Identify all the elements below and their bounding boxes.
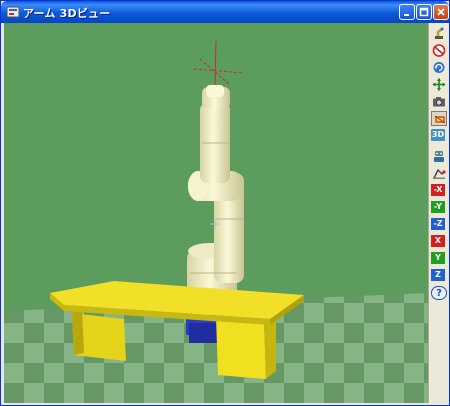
toolbar-button-teach[interactable] xyxy=(431,166,447,181)
close-button[interactable] xyxy=(433,4,449,20)
move-view-icon xyxy=(432,78,446,91)
toolbar-button-camera[interactable] xyxy=(431,94,447,109)
camera-icon xyxy=(433,97,445,107)
minimize-button[interactable] xyxy=(399,4,415,20)
toolbar-button-prohibit[interactable] xyxy=(431,43,447,58)
toolbar-button-3d[interactable]: 3D xyxy=(431,128,447,143)
arm-3d-view-window: アーム 3Dビュー 3D -X -Y -Z X Y Z ? xyxy=(0,0,450,406)
help-icon: ? xyxy=(431,286,447,300)
close-icon xyxy=(437,8,445,16)
axis-x-icon: -X xyxy=(431,184,445,196)
toolbar-button-minus-x[interactable]: -X xyxy=(431,183,447,198)
toolbar-button-robot[interactable] xyxy=(431,149,447,164)
axis-x-icon: X xyxy=(431,235,445,247)
robot-icon xyxy=(434,151,444,162)
window-title: アーム 3Dビュー xyxy=(23,7,111,20)
toolbar-button-move[interactable] xyxy=(431,77,447,92)
maximize-button[interactable] xyxy=(416,4,432,20)
tool-hand-icon xyxy=(434,115,446,124)
axis-y-icon: -Y xyxy=(431,201,445,213)
toolbar-button-rotate[interactable] xyxy=(431,60,447,75)
toolbar-button-plus-x[interactable]: X xyxy=(431,234,447,249)
minimize-icon xyxy=(404,14,409,16)
toolbar-button-help[interactable]: ? xyxy=(431,285,447,300)
axis-z-icon: -Z xyxy=(431,218,445,230)
robot-arm-icon xyxy=(435,27,444,39)
toolbar-button-minus-z[interactable]: -Z xyxy=(431,217,447,232)
app-icon xyxy=(5,4,21,20)
axis-y-icon: Y xyxy=(431,252,445,264)
title-bar[interactable]: アーム 3Dビュー xyxy=(1,1,449,23)
teach-icon xyxy=(433,168,446,179)
toolbar-button-arm[interactable] xyxy=(431,26,447,41)
no-entry-icon xyxy=(432,44,446,57)
toolbar-button-plus-y[interactable]: Y xyxy=(431,251,447,266)
view-toolbar: 3D -X -Y -Z X Y Z ? xyxy=(428,23,449,403)
toolbar-button-minus-y[interactable]: -Y xyxy=(431,200,447,215)
3d-viewport[interactable] xyxy=(4,23,428,403)
3d-view-icon: 3D xyxy=(431,129,445,141)
axis-z-icon: Z xyxy=(431,269,445,281)
toolbar-button-tool[interactable] xyxy=(431,111,447,126)
rotate-view-icon xyxy=(433,62,445,73)
toolbar-button-plus-z[interactable]: Z xyxy=(431,268,447,283)
maximize-icon xyxy=(419,7,429,17)
